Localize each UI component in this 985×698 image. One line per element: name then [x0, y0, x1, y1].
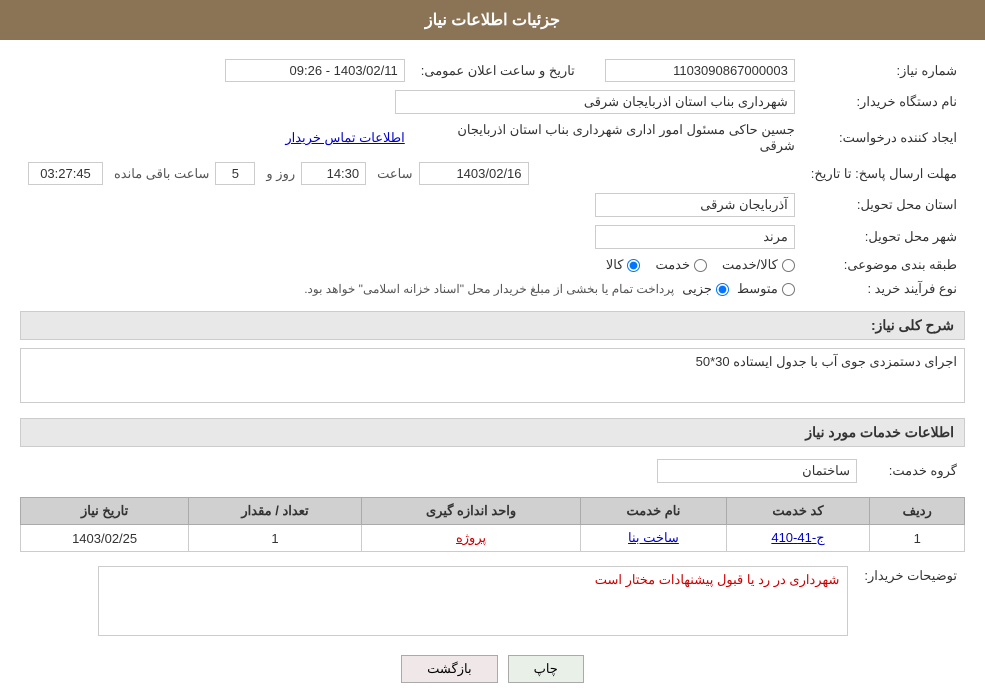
service-group-label: گروه خدمت:: [865, 455, 965, 487]
cell-quantity: 1: [189, 525, 362, 552]
page-header: جزئیات اطلاعات نیاز: [0, 0, 985, 40]
need-number-value: 1103090867000003: [605, 59, 795, 82]
deadline-time-label: ساعت: [377, 166, 412, 182]
buyer-notes-label: توضیحات خریدار:: [856, 562, 965, 640]
need-description-area: اجرای دستمزدی جوی آب با جدول ایستاده 30*…: [20, 348, 965, 406]
purchase-type-description: پرداخت تمام یا بخشی از مبلغ خریدار محل "…: [304, 282, 674, 296]
creator-value: جسین حاکی مسئول امور اداری شهرداری بناب …: [457, 122, 794, 153]
category-option-khedmat[interactable]: خدمت: [655, 257, 707, 273]
row-need-number: شماره نیاز: 1103090867000003 تاریخ و ساع…: [20, 55, 965, 86]
deadline-label: مهلت ارسال پاسخ: تا تاریخ:: [803, 158, 965, 189]
service-group-value: ساختمان: [657, 459, 857, 483]
category-label: طبقه بندی موضوعی:: [803, 253, 965, 277]
announce-date-label: تاریخ و ساعت اعلان عمومی:: [413, 55, 583, 86]
deadline-date: 1403/02/16: [419, 162, 529, 185]
category-option-kala[interactable]: کالا: [606, 257, 641, 273]
row-creator: ایجاد کننده درخواست: جسین حاکی مسئول امو…: [20, 118, 965, 158]
deadline-time: 14:30: [301, 162, 366, 185]
page-wrapper: جزئیات اطلاعات نیاز شماره نیاز: 11030908…: [0, 0, 985, 698]
row-category: طبقه بندی موضوعی: کالا/خدمت خدمت کالا: [20, 253, 965, 277]
row-province: استان محل تحویل: آذربایجان شرقی: [20, 189, 965, 221]
purchase-type-option-jozi[interactable]: جزیی: [682, 281, 729, 297]
services-section-title: اطلاعات خدمات مورد نیاز: [20, 418, 965, 447]
header-row: ردیف کد خدمت نام خدمت واحد اندازه گیری ت…: [21, 498, 965, 525]
category-radio-group: کالا/خدمت خدمت کالا: [28, 257, 795, 273]
buyer-org-label: نام دستگاه خریدار:: [803, 86, 965, 118]
print-button[interactable]: چاپ: [508, 655, 584, 683]
deadline-days: 5: [215, 162, 255, 185]
row-purchase-type: نوع فرآیند خرید : متوسط جزیی پرداخت تمام…: [20, 277, 965, 301]
deadline-remaining-label: ساعت باقی مانده: [114, 166, 209, 182]
table-row: 1 ج-41-410 ساخت بنا پروژه 1 1403/02/25: [21, 525, 965, 552]
cell-row-num: 1: [870, 525, 965, 552]
col-service-name: نام خدمت: [581, 498, 726, 525]
button-row: چاپ بازگشت: [20, 655, 965, 683]
info-table: شماره نیاز: 1103090867000003 تاریخ و ساع…: [20, 55, 965, 301]
province-label: استان محل تحویل:: [803, 189, 965, 221]
deadline-days-label: روز و: [266, 166, 295, 182]
buyer-notes-table: توضیحات خریدار: شهرداری در رد یا قبول پی…: [20, 562, 965, 640]
col-date: تاریخ نیاز: [21, 498, 189, 525]
announce-date-value: 1403/02/11 - 09:26: [225, 59, 405, 82]
buyer-org-value: شهرداری بناب استان اذربایجان شرقی: [395, 90, 795, 114]
category-option-kala-khedmat[interactable]: کالا/خدمت: [722, 257, 795, 273]
cell-service-name[interactable]: ساخت بنا: [581, 525, 726, 552]
city-value: مرند: [595, 225, 795, 249]
cell-unit: پروژه: [361, 525, 581, 552]
row-service-group: گروه خدمت: ساختمان: [20, 455, 965, 487]
page-title: جزئیات اطلاعات نیاز: [425, 12, 560, 29]
col-service-code: کد خدمت: [726, 498, 870, 525]
col-quantity: تعداد / مقدار: [189, 498, 362, 525]
row-buyer-notes: توضیحات خریدار: شهرداری در رد یا قبول پی…: [20, 562, 965, 640]
col-unit: واحد اندازه گیری: [361, 498, 581, 525]
cell-service-code[interactable]: ج-41-410: [726, 525, 870, 552]
need-description-section-title: شرح کلی نیاز:: [20, 311, 965, 340]
creator-label: ایجاد کننده درخواست:: [803, 118, 965, 158]
deadline-remaining: 03:27:45: [28, 162, 103, 185]
col-row-num: ردیف: [870, 498, 965, 525]
row-buyer-org: نام دستگاه خریدار: شهرداری بناب استان اذ…: [20, 86, 965, 118]
cell-date: 1403/02/25: [21, 525, 189, 552]
purchase-type-label: نوع فرآیند خرید :: [803, 277, 965, 301]
need-number-label: شماره نیاز:: [803, 55, 965, 86]
row-deadline: مهلت ارسال پاسخ: تا تاریخ: 1403/02/16 سا…: [20, 158, 965, 189]
services-table-body: 1 ج-41-410 ساخت بنا پروژه 1 1403/02/25: [21, 525, 965, 552]
row-city: شهر محل تحویل: مرند: [20, 221, 965, 253]
content-area: شماره نیاز: 1103090867000003 تاریخ و ساع…: [0, 40, 985, 698]
service-group-table: گروه خدمت: ساختمان: [20, 455, 965, 487]
services-table-header: ردیف کد خدمت نام خدمت واحد اندازه گیری ت…: [21, 498, 965, 525]
services-table: ردیف کد خدمت نام خدمت واحد اندازه گیری ت…: [20, 497, 965, 552]
need-description-value: اجرای دستمزدی جوی آب با جدول ایستاده 30*…: [696, 354, 957, 370]
contact-link[interactable]: اطلاعات تماس خریدار: [285, 130, 404, 145]
back-button[interactable]: بازگشت: [401, 655, 497, 683]
province-value: آذربایجان شرقی: [595, 193, 795, 217]
purchase-type-option-motavasset[interactable]: متوسط: [737, 281, 795, 297]
buyer-notes-value: شهرداری در رد یا قبول پیشنهادات مختار اس…: [107, 572, 839, 588]
city-label: شهر محل تحویل:: [803, 221, 965, 253]
